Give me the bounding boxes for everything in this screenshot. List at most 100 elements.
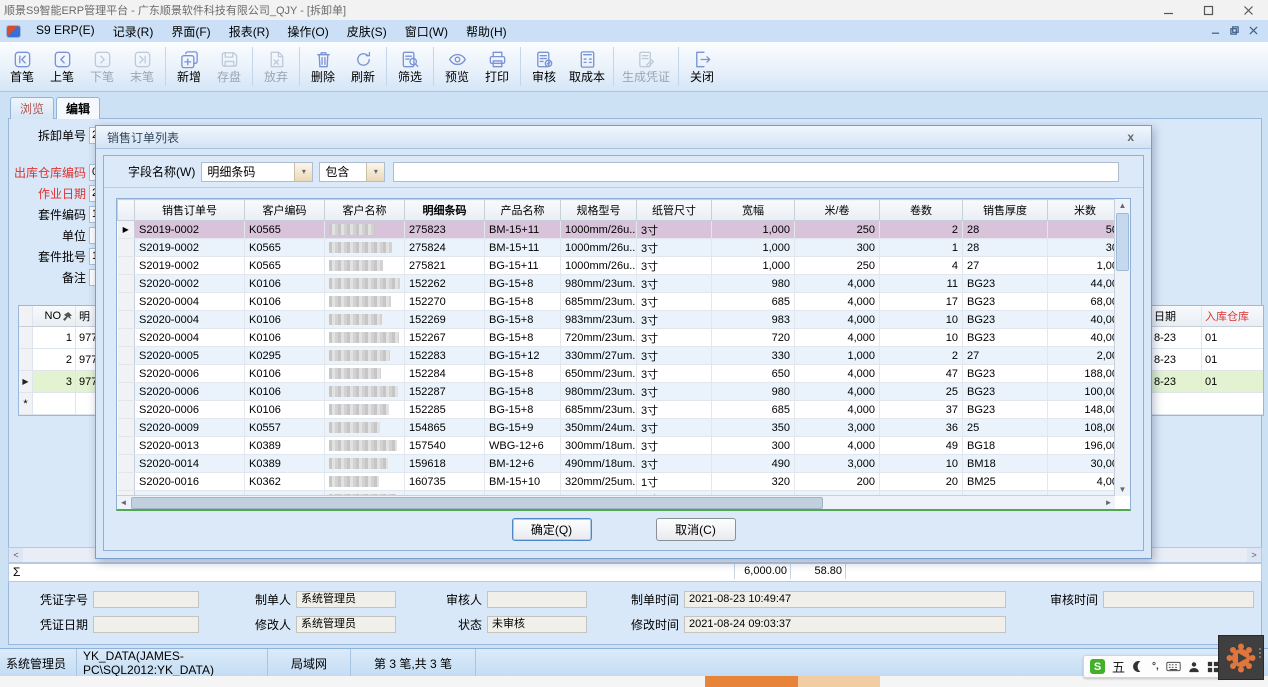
filter-button[interactable]: 筛选 xyxy=(390,43,430,90)
row-selector[interactable]: ▶ xyxy=(118,221,135,239)
column-header-4[interactable]: 产品名称 xyxy=(485,200,561,221)
wubi-mode-icon[interactable]: 五 xyxy=(1112,657,1125,676)
column-header-2[interactable]: 客户名称 xyxy=(325,200,405,221)
scroll-down-icon[interactable]: ▼ xyxy=(1115,483,1130,496)
sales-order-row[interactable]: S2020-0013K0389157540WBG-12+6300mm/18um.… xyxy=(118,437,1116,455)
row-selector[interactable] xyxy=(19,349,33,370)
sales-order-row[interactable]: ▶S2019-0002K0565275823BM-15+111000mm/26u… xyxy=(118,221,1116,239)
no-column-header[interactable]: NO xyxy=(33,306,76,326)
field-name-select[interactable]: 明细条码 ▾ xyxy=(201,162,313,182)
mdi-restore-button[interactable] xyxy=(1230,24,1239,38)
grid-hscrollbar[interactable]: ◄ ► xyxy=(117,495,1115,509)
first-record-button[interactable]: 首笔 xyxy=(2,43,42,90)
sales-order-row[interactable]: S2020-0005K0295152283BG-15+12330mm/27um.… xyxy=(118,347,1116,365)
cancel-button[interactable]: 取消(C) xyxy=(656,518,736,541)
vscroll-thumb[interactable] xyxy=(1116,213,1129,271)
chevron-down-icon[interactable]: ▾ xyxy=(366,163,384,181)
row-selector[interactable] xyxy=(118,455,135,473)
audit-button[interactable]: 审核 xyxy=(524,43,564,90)
row-selector[interactable] xyxy=(118,437,135,455)
menu-item-2[interactable]: 界面(F) xyxy=(162,21,219,42)
voucher-date-field[interactable] xyxy=(93,616,199,633)
scroll-left-icon[interactable]: < xyxy=(9,548,23,562)
row-selector[interactable] xyxy=(118,347,135,365)
sales-order-row[interactable]: S2020-0004K0106152267BG-15+8720mm/23um..… xyxy=(118,329,1116,347)
sales-order-row[interactable]: S2020-0004K0106152270BG-15+8685mm/23um..… xyxy=(118,293,1116,311)
print-button[interactable]: 打印 xyxy=(477,43,517,90)
row-selector[interactable] xyxy=(118,293,135,311)
delete-button[interactable]: 删除 xyxy=(303,43,343,90)
sales-order-row[interactable]: S2020-0016K0362160735BM-15+10320mm/25um.… xyxy=(118,473,1116,491)
toolbox-icon[interactable] xyxy=(1207,661,1219,673)
mdi-minimize-button[interactable] xyxy=(1211,24,1220,38)
ok-button[interactable]: 确定(Q) xyxy=(512,518,592,541)
row-selector[interactable] xyxy=(118,473,135,491)
chevron-down-icon[interactable]: ▾ xyxy=(294,163,312,181)
mdi-close-button[interactable] xyxy=(1249,24,1258,38)
row-selector[interactable] xyxy=(118,311,135,329)
row-selector[interactable] xyxy=(118,419,135,437)
tab-edit[interactable]: 编辑 xyxy=(56,97,100,119)
row-selector[interactable] xyxy=(118,275,135,293)
sales-order-row[interactable]: S2020-0006K0106152287BG-15+8980mm/23um..… xyxy=(118,383,1116,401)
scroll-right-icon[interactable]: > xyxy=(1247,548,1261,562)
preview-button[interactable]: 预览 xyxy=(437,43,477,90)
dialog-titlebar[interactable]: 销售订单列表 x xyxy=(96,126,1151,149)
row-selector[interactable] xyxy=(118,239,135,257)
sales-order-row[interactable]: S2020-0006K0106152284BG-15+8650mm/23um..… xyxy=(118,365,1116,383)
person-icon[interactable] xyxy=(1188,661,1200,673)
menu-item-4[interactable]: 操作(O) xyxy=(278,21,337,42)
grid-vscrollbar[interactable]: ▲ ▼ xyxy=(1114,199,1130,496)
menu-item-0[interactable]: S9 ERP(E) xyxy=(27,21,104,42)
taskbar-app[interactable] xyxy=(798,676,880,687)
prev-record-button[interactable]: 上笔 xyxy=(42,43,82,90)
scroll-left-icon[interactable]: ◄ xyxy=(117,496,130,508)
voucher-no-field[interactable] xyxy=(93,591,199,608)
scroll-right-icon[interactable]: ► xyxy=(1102,496,1115,508)
column-header-9[interactable]: 卷数 xyxy=(880,200,963,221)
tab-browse[interactable]: 浏览 xyxy=(10,97,54,119)
floating-app-logo[interactable] xyxy=(1218,635,1264,680)
maximize-button[interactable] xyxy=(1188,0,1228,20)
close-button[interactable]: 关闭 xyxy=(682,43,722,90)
date-column-header[interactable]: 日期 xyxy=(1151,306,1202,326)
row-selector[interactable] xyxy=(118,383,135,401)
column-header-1[interactable]: 客户编码 xyxy=(245,200,325,221)
column-header-5[interactable]: 规格型号 xyxy=(561,200,637,221)
keyboard-icon[interactable] xyxy=(1166,661,1181,672)
column-header-10[interactable]: 销售厚度 xyxy=(963,200,1048,221)
menu-item-5[interactable]: 皮肤(S) xyxy=(338,21,396,42)
column-header-0[interactable]: 销售订单号 xyxy=(135,200,245,221)
column-header-7[interactable]: 宽幅 xyxy=(712,200,795,221)
menu-item-7[interactable]: 帮助(H) xyxy=(457,21,516,42)
get-cost-button[interactable]: 取成本 xyxy=(564,43,610,90)
hscroll-thumb[interactable] xyxy=(131,497,823,509)
row-selector[interactable] xyxy=(118,257,135,275)
moon-icon[interactable] xyxy=(1132,660,1145,673)
menu-item-3[interactable]: 报表(R) xyxy=(220,21,279,42)
sales-order-row[interactable]: S2019-0002K0565275824BM-15+111000mm/26u.… xyxy=(118,239,1116,257)
minimize-button[interactable] xyxy=(1148,0,1188,20)
column-header-11[interactable]: 米数 xyxy=(1048,200,1116,221)
column-header-8[interactable]: 米/卷 xyxy=(795,200,880,221)
column-header-6[interactable]: 纸管尺寸 xyxy=(637,200,712,221)
row-selector[interactable]: ▶ xyxy=(19,371,33,392)
dialog-close-button[interactable]: x xyxy=(1121,130,1140,144)
sales-order-row[interactable]: S2020-0002K0106152262BG-15+8980mm/23um..… xyxy=(118,275,1116,293)
punctuation-mode-icon[interactable]: °, xyxy=(1152,661,1159,672)
row-selector[interactable] xyxy=(118,365,135,383)
row-selector[interactable] xyxy=(19,327,33,348)
row-selector[interactable] xyxy=(118,401,135,419)
detail-row[interactable]: 8-2301 xyxy=(1151,327,1263,349)
sales-order-row[interactable]: S2020-0014K0389159618BM-12+6490mm/18um..… xyxy=(118,455,1116,473)
scroll-up-icon[interactable]: ▲ xyxy=(1115,199,1130,212)
taskbar-active-app[interactable] xyxy=(705,676,798,687)
sales-order-row[interactable]: S2020-0009K0557154865BG-15+9350mm/24um..… xyxy=(118,419,1116,437)
operator-select[interactable]: 包含 ▾ xyxy=(319,162,385,182)
menu-item-6[interactable]: 窗口(W) xyxy=(396,21,457,42)
add-new-button[interactable]: 新增 xyxy=(169,43,209,90)
menu-item-1[interactable]: 记录(R) xyxy=(104,21,163,42)
row-selector[interactable] xyxy=(118,329,135,347)
warehouse-column-header[interactable]: 入库仓库 xyxy=(1202,306,1268,326)
close-window-button[interactable] xyxy=(1228,0,1268,20)
